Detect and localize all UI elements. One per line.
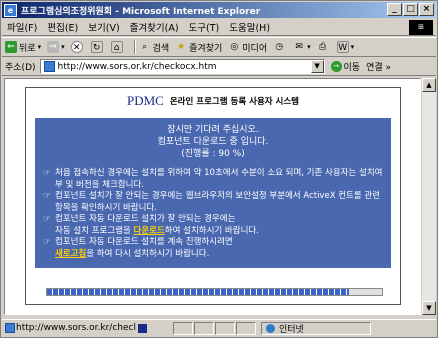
install-panel: PDMC 온라인 프로그램 등록 사용자 시스템 잠시만 기다려 주십시오. 컴… <box>25 87 401 305</box>
windows-logo-icon: ⊞ <box>409 20 433 35</box>
progress-fill <box>47 289 349 295</box>
status-bar: http://www.sors.or.kr/checl 인터넷 <box>2 319 436 336</box>
system-title: 온라인 프로그램 등록 사용자 시스템 <box>169 97 299 107</box>
search-label: 검색 <box>152 43 170 54</box>
pointing-hand-icon: ☞ <box>43 168 51 178</box>
links-button[interactable]: 연결 » <box>366 60 391 73</box>
status-text: http://www.sors.or.kr/checl <box>16 323 136 333</box>
menu-help[interactable]: 도움말(H) <box>224 20 275 34</box>
note-item: ☞ 처음 접속하신 경우에는 설치를 위하여 약 10초에서 수분이 소요 되며… <box>43 168 383 190</box>
pointing-hand-icon: ☞ <box>43 214 51 224</box>
refresh-icon: ↻ <box>90 41 103 53</box>
favorites-icon: ★ <box>177 42 186 52</box>
brand-logo: PDMC <box>127 93 164 108</box>
minimize-button[interactable]: _ <box>387 3 402 16</box>
wait-message: 잠시만 기다려 주십시오. <box>167 125 259 135</box>
toolbar: ⇐ 뒤로 ▾ ⇒ ▾ ✕ ↻ ⌂ ⌕ 검색 ★ 즐겨찾기 ◎ 미디어 ◷ ✉ ▾… <box>2 37 436 57</box>
progress-text: (진행률 : 90 %) <box>181 149 245 159</box>
print-button[interactable]: ⎙ <box>317 41 331 53</box>
pointing-hand-icon: ☞ <box>43 237 51 247</box>
back-button[interactable]: ⇐ 뒤로 ▾ <box>5 41 41 54</box>
ie-icon: e <box>4 3 17 17</box>
status-progress-icon <box>137 323 147 333</box>
home-icon: ⌂ <box>110 41 123 53</box>
note-item: ☞ 컴포넌트 설치가 잘 안되는 경우에는 웹브라우저의 보안설정 부분에서 A… <box>43 191 381 213</box>
home-button[interactable]: ⌂ <box>110 41 125 53</box>
favorites-button[interactable]: ★ 즐겨찾기 <box>175 41 222 54</box>
print-icon: ⎙ <box>319 42 327 52</box>
menu-favorites[interactable]: 즐겨찾기(A) <box>125 20 184 34</box>
globe-icon <box>265 323 275 333</box>
menu-file[interactable]: 파일(F) <box>2 20 42 34</box>
close-button[interactable]: × <box>419 3 434 16</box>
address-input[interactable]: http://www.sors.or.kr/checkocx.htm ▼ <box>39 59 325 74</box>
edit-button[interactable]: W ▾ <box>336 41 354 53</box>
address-url: http://www.sors.or.kr/checkocx.htm <box>57 61 217 72</box>
scroll-down-icon[interactable]: ▼ <box>422 301 436 315</box>
refresh-link[interactable]: 새로고침 <box>55 249 86 259</box>
search-icon: ⌕ <box>142 42 148 52</box>
window-title: 프로그램심의조정위원회 - Microsoft Internet Explore… <box>21 6 261 17</box>
menu-tools[interactable]: 도구(T) <box>184 20 225 34</box>
search-button[interactable]: ⌕ 검색 <box>139 41 170 54</box>
security-zone: 인터넷 <box>260 321 371 335</box>
history-icon: ◷ <box>275 42 284 52</box>
maximize-button[interactable]: □ <box>403 3 418 16</box>
media-button[interactable]: ◎ 미디어 <box>228 41 267 54</box>
media-icon: ◎ <box>230 42 239 52</box>
mail-button[interactable]: ✉ ▾ <box>293 41 310 53</box>
page-loading-icon <box>5 323 15 333</box>
back-arrow-icon: ⇐ <box>5 41 17 53</box>
note-item: ☞ 컴포넌트 자동 다운로드 설치가 잘 안되는 경우에는 자동 설치 프로그램… <box>43 214 259 236</box>
notes-list: ☞ 처음 접속하신 경우에는 설치를 위하여 약 10초에서 수분이 소요 되며… <box>43 168 388 260</box>
address-dropdown-icon[interactable]: ▼ <box>310 60 324 73</box>
download-message: 컴포넌트 다운로드 중 입니다. <box>157 137 269 147</box>
scroll-up-icon[interactable]: ▲ <box>422 78 436 92</box>
pointing-hand-icon: ☞ <box>43 191 51 201</box>
status-box: 잠시만 기다려 주십시오. 컴포넌트 다운로드 중 입니다. (진행률 : 90… <box>35 118 391 268</box>
address-label: 주소(D) <box>5 63 36 73</box>
stop-button[interactable]: ✕ <box>70 41 85 53</box>
page-icon <box>43 61 55 72</box>
page-content: PDMC 온라인 프로그램 등록 사용자 시스템 잠시만 기다려 주십시오. 컴… <box>4 78 421 315</box>
back-label: 뒤로 <box>19 43 36 54</box>
history-button[interactable]: ◷ <box>273 41 287 53</box>
forward-button[interactable]: ⇒ ▾ <box>47 41 65 53</box>
go-button[interactable]: → 이동 <box>330 60 361 73</box>
menu-bar: 파일(F) 편집(E) 보기(V) 즐겨찾기(A) 도구(T) 도움말(H) ⊞ <box>2 19 436 36</box>
vertical-scrollbar[interactable]: ▲ ▼ <box>422 78 436 315</box>
zone-label: 인터넷 <box>278 324 304 335</box>
note-item: ☞ 컴포넌트 자동 다운로드 설치를 계속 진행하시려면 새로고침을 하여 다시… <box>43 237 233 259</box>
favorites-label: 즐겨찾기 <box>189 43 223 54</box>
go-arrow-icon: → <box>330 61 342 72</box>
download-progress-bar <box>46 288 383 296</box>
stop-icon: ✕ <box>70 41 83 53</box>
refresh-button[interactable]: ↻ <box>90 41 105 53</box>
download-link[interactable]: 다운로드 <box>134 226 165 236</box>
menu-edit[interactable]: 편집(E) <box>42 20 83 34</box>
media-label: 미디어 <box>242 43 268 54</box>
edit-icon: W <box>336 41 349 53</box>
forward-arrow-icon: ⇒ <box>47 41 60 53</box>
browser-window: e 프로그램심의조정위원회 - Microsoft Internet Explo… <box>0 0 438 338</box>
go-label: 이동 <box>343 63 361 73</box>
menu-view[interactable]: 보기(V) <box>83 20 124 34</box>
address-bar: 주소(D) http://www.sors.or.kr/checkocx.htm… <box>2 58 436 76</box>
mail-icon: ✉ <box>295 42 303 52</box>
title-bar: e 프로그램심의조정위원회 - Microsoft Internet Explo… <box>2 2 436 18</box>
panel-header: PDMC 온라인 프로그램 등록 사용자 시스템 <box>26 88 400 114</box>
